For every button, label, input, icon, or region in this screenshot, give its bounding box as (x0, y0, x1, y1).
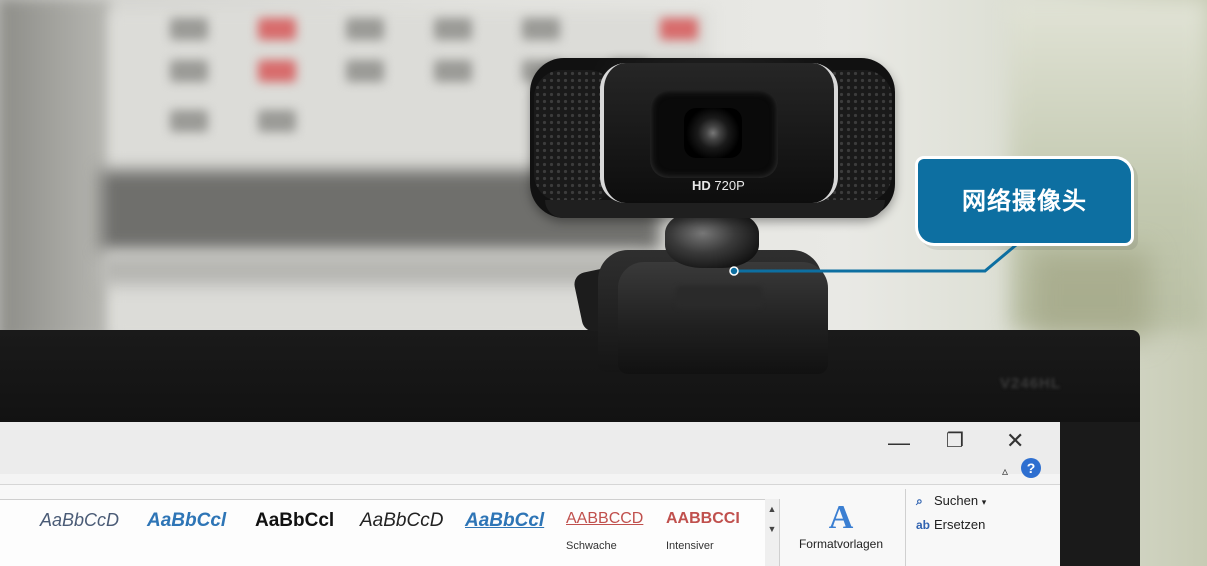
photo-webcam-on-monitor: V246HL — ❐ ✕ ▵ ? AaBbCcD AaBbCcl AaBbCcl… (0, 0, 1207, 566)
webcam-model-label: HD 720P (692, 178, 745, 193)
callout-label: 网络摄像头 (962, 187, 1087, 215)
close-button[interactable]: ✕ (1006, 430, 1024, 452)
search-button[interactable]: ⌕ Suchen ▾ (916, 489, 1056, 513)
replace-label: Ersetzen (934, 517, 986, 532)
scroll-up-icon[interactable]: ▲ (765, 499, 779, 519)
monitor-screen: — ❐ ✕ ▵ ? AaBbCcD AaBbCcl AaBbCcl AaBbCc… (0, 422, 1060, 566)
style-sample-subtle-reference[interactable]: AABBCCD (566, 510, 643, 528)
webcam-swivel-joint (665, 210, 759, 268)
webcam-mount-front (618, 262, 828, 374)
callout-box: 网络摄像头 (918, 159, 1131, 243)
monitor-bezel-right (1060, 422, 1140, 566)
window-title-bar: — ❐ ✕ ▵ ? (0, 422, 1060, 478)
style-sample-intense-quote[interactable]: AaBbCcl (465, 510, 544, 532)
help-icon[interactable]: ? (1021, 458, 1041, 478)
style-label-subtle-reference: Schwache (566, 540, 617, 552)
style-sample-quote[interactable]: AaBbCcD (360, 510, 443, 532)
style-sample-subtle-emphasis[interactable]: AaBbCcD (40, 510, 119, 531)
scroll-down-icon[interactable]: ▼ (765, 519, 779, 539)
webcam-lens (684, 108, 742, 158)
binoculars-icon: ⌕ (916, 494, 923, 508)
background-shadow (0, 0, 110, 340)
webcam-model-label-bold: HD (692, 178, 711, 193)
style-label-intense-reference: Intensiver (666, 540, 714, 552)
blurred-object-right (1030, 250, 1150, 340)
ribbon-toolbar: AaBbCcD AaBbCcl AaBbCcl AaBbCcD AaBbCcl … (0, 484, 1060, 566)
styles-gallery: AaBbCcD AaBbCcl AaBbCcl AaBbCcD AaBbCcl … (0, 499, 766, 566)
style-sample-intense-reference[interactable]: AABBCCI (666, 510, 740, 528)
formatvorlagen-button[interactable]: A Formatvorlagen (786, 499, 896, 566)
minimize-button[interactable]: — (888, 432, 910, 454)
blurred-calendar-band-lower (100, 255, 640, 285)
chevron-down-icon: ▾ (981, 497, 987, 507)
style-sample-strong[interactable]: AaBbCcl (255, 510, 334, 532)
styles-icon: A (828, 499, 854, 536)
formatvorlagen-label: Formatvorlagen (798, 537, 884, 551)
webcam-model-label-text: 720P (710, 178, 745, 193)
monitor-brand-label: V246HL (1000, 375, 1062, 392)
styles-gallery-scroll[interactable]: ▲ ▼ (765, 499, 780, 566)
editing-group: ⌕ Suchen ▾ ab Ersetzen (905, 489, 1056, 566)
collapse-ribbon-icon[interactable]: ▵ (1002, 464, 1008, 478)
restore-button[interactable]: ❐ (946, 430, 964, 452)
replace-icon: ab (916, 518, 931, 532)
replace-button[interactable]: ab Ersetzen (916, 513, 1056, 537)
style-sample-intense-emphasis[interactable]: AaBbCcl (147, 510, 226, 532)
search-label: Suchen (934, 493, 979, 508)
webcam-brand-logo-blurred (676, 286, 762, 308)
